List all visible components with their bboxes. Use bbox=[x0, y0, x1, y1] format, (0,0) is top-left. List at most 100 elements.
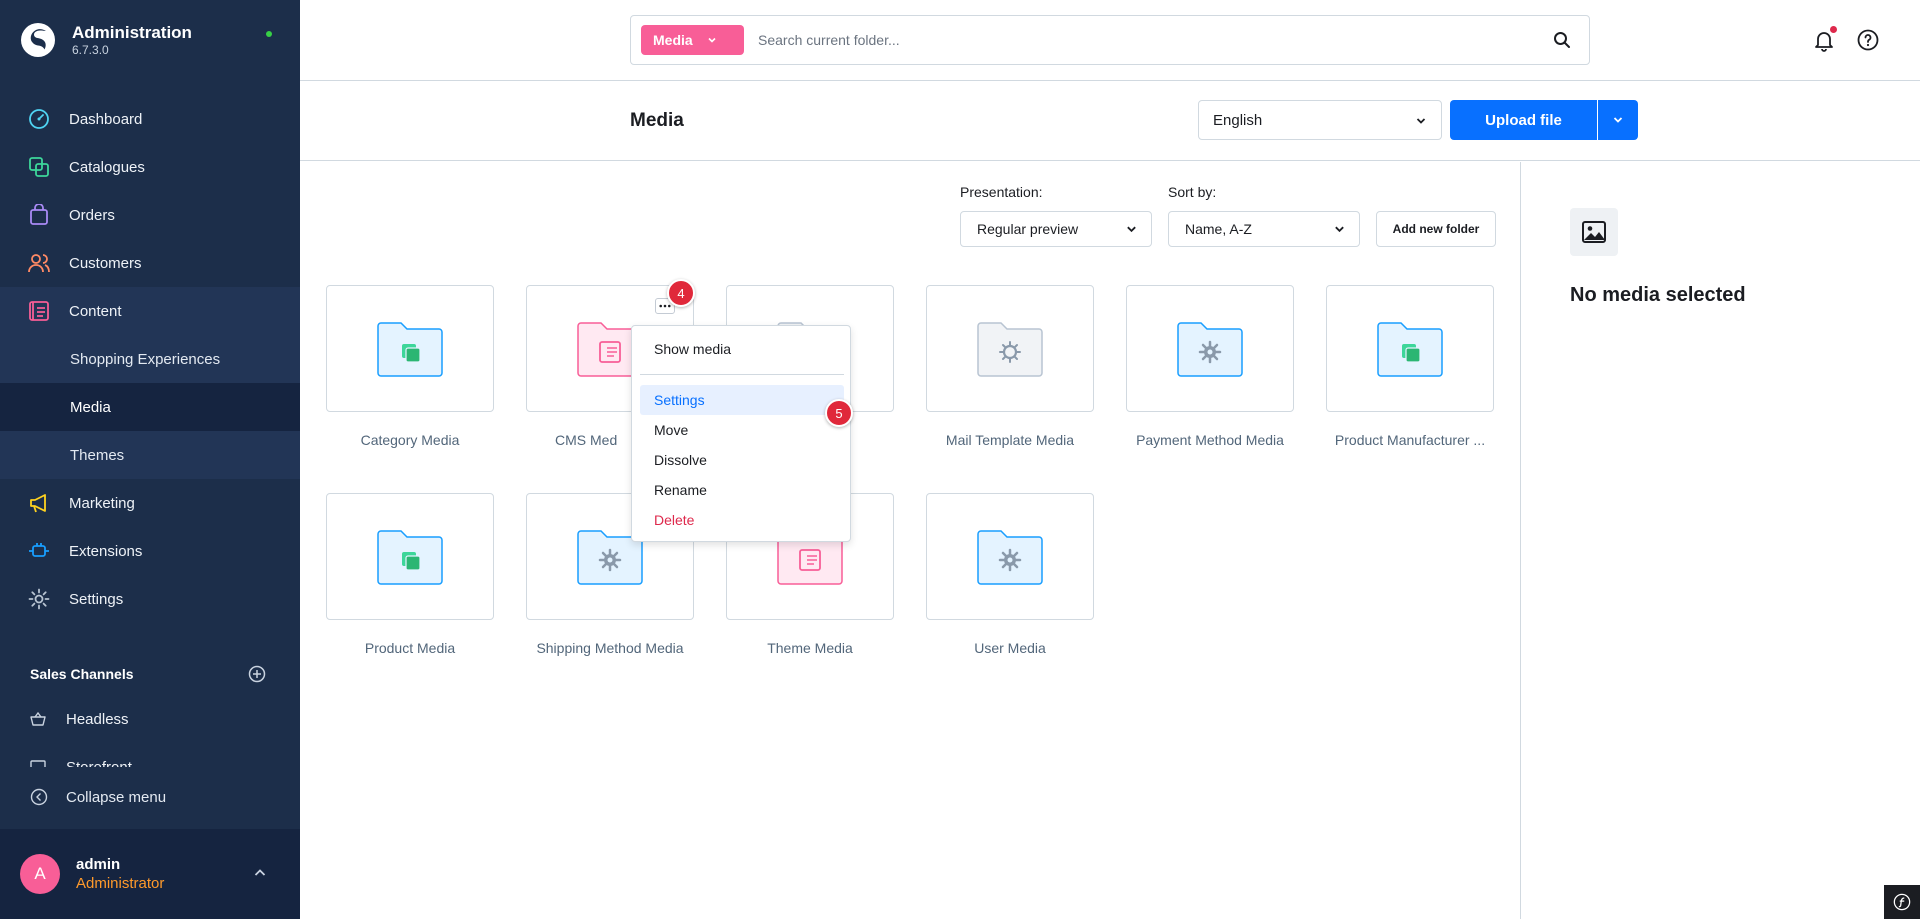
collapse-chevron-icon bbox=[30, 788, 48, 806]
search-input[interactable] bbox=[758, 32, 1538, 48]
add-new-folder-button[interactable]: Add new folder bbox=[1376, 211, 1496, 247]
nav-orders[interactable]: Orders bbox=[0, 191, 300, 239]
sort-select[interactable]: Name, A-Z bbox=[1168, 211, 1360, 247]
nav-shopping-experiences-label: Shopping Experiences bbox=[70, 350, 221, 368]
collapse-menu-button[interactable]: Collapse menu bbox=[0, 773, 300, 821]
step-badge: 5 bbox=[825, 399, 853, 427]
search-bar: Media bbox=[630, 15, 1590, 65]
page-header: Media English Upload file bbox=[300, 81, 1920, 161]
presentation-label: Presentation: bbox=[960, 184, 1043, 200]
help-icon[interactable] bbox=[1856, 28, 1880, 52]
folder-tile-mail-template[interactable] bbox=[926, 285, 1094, 412]
folder-label-shipping-method: Shipping Method Media bbox=[536, 640, 684, 656]
chevron-down-icon bbox=[1127, 226, 1136, 233]
nav-catalogues[interactable]: Catalogues bbox=[0, 143, 300, 191]
folder-label-mail-template: Mail Template Media bbox=[945, 432, 1075, 448]
nav-content-label: Content bbox=[69, 302, 122, 320]
search-type-dropdown[interactable]: Media bbox=[641, 25, 744, 55]
folder-catalogue-icon bbox=[377, 321, 443, 377]
menu-item-delete[interactable]: Delete bbox=[640, 505, 844, 535]
version-label: 6.7.3.0 bbox=[72, 42, 109, 57]
upload-options-button[interactable] bbox=[1598, 100, 1638, 140]
search-type-label: Media bbox=[653, 32, 693, 48]
chevron-down-icon bbox=[708, 37, 716, 43]
user-menu[interactable]: A admin Administrator bbox=[0, 829, 300, 919]
folder-tile-category[interactable] bbox=[326, 285, 494, 412]
image-placeholder-icon bbox=[1570, 208, 1618, 256]
language-value: English bbox=[1213, 111, 1263, 129]
media-sidebar-panel: No media selected bbox=[1520, 162, 1920, 919]
folder-tile-product[interactable] bbox=[326, 493, 494, 620]
avatar: A bbox=[20, 854, 60, 894]
user-role: Administrator bbox=[76, 875, 165, 892]
chevron-up-icon[interactable] bbox=[252, 865, 268, 881]
search-icon[interactable] bbox=[1553, 31, 1571, 49]
folder-tile-product-manufacturer[interactable] bbox=[1326, 285, 1494, 412]
channel-headless[interactable]: Headless bbox=[0, 695, 300, 743]
nav-shopping-experiences[interactable]: Shopping Experiences bbox=[0, 335, 300, 383]
menu-item-rename[interactable]: Rename bbox=[640, 475, 844, 505]
nav-themes[interactable]: Themes bbox=[0, 431, 300, 479]
more-dots-icon bbox=[659, 304, 671, 308]
nav-orders-label: Orders bbox=[69, 206, 115, 224]
chevron-down-icon bbox=[1335, 226, 1344, 233]
nav-media[interactable]: Media bbox=[0, 383, 300, 431]
folder-settings-icon bbox=[1177, 321, 1243, 377]
nav-catalogues-label: Catalogues bbox=[69, 158, 145, 176]
folder-label-payment-method: Payment Method Media bbox=[1136, 432, 1284, 448]
chevron-down-icon bbox=[1416, 118, 1426, 124]
nav-content[interactable]: Content bbox=[0, 287, 300, 335]
nav-customers-label: Customers bbox=[69, 254, 142, 272]
menu-item-settings[interactable]: Settings bbox=[640, 385, 844, 415]
nav-settings-label: Settings bbox=[69, 590, 124, 608]
nav-themes-label: Themes bbox=[70, 446, 125, 464]
upload-file-button[interactable]: Upload file bbox=[1450, 100, 1597, 140]
nav-extensions-label: Extensions bbox=[69, 542, 143, 560]
presentation-value: Regular preview bbox=[977, 221, 1079, 237]
storefront-icon bbox=[30, 759, 46, 767]
no-media-selected-text: No media selected bbox=[1570, 284, 1746, 306]
folder-label-product: Product Media bbox=[364, 640, 456, 656]
folder-label-category: Category Media bbox=[360, 432, 460, 448]
nav-dashboard[interactable]: Dashboard bbox=[0, 95, 300, 143]
nav-customers[interactable]: Customers bbox=[0, 239, 300, 287]
online-status-dot bbox=[266, 31, 272, 37]
shopware-logo-icon[interactable] bbox=[20, 22, 56, 58]
page-title: Media bbox=[630, 110, 684, 131]
add-sales-channel-icon[interactable] bbox=[248, 665, 266, 683]
presentation-select[interactable]: Regular preview bbox=[960, 211, 1152, 247]
symfony-toolbar-icon[interactable] bbox=[1884, 885, 1920, 919]
orders-bag-icon bbox=[28, 204, 50, 226]
notification-dot bbox=[1830, 26, 1837, 33]
folder-tile-payment-method[interactable] bbox=[1126, 285, 1294, 412]
language-switch[interactable]: English bbox=[1198, 100, 1442, 140]
folder-label-product-manufacturer: Product Manufacturer ... bbox=[1334, 432, 1486, 448]
menu-item-show-media[interactable]: Show media bbox=[640, 334, 844, 364]
gear-icon bbox=[28, 588, 50, 610]
user-info: admin Administrator bbox=[76, 855, 164, 893]
folder-catalogue-icon bbox=[377, 529, 443, 585]
folder-tile-user[interactable] bbox=[926, 493, 1094, 620]
user-name: admin bbox=[76, 856, 121, 873]
top-bar: Media bbox=[300, 0, 1920, 81]
sales-channel-list: Headless Storefront bbox=[0, 695, 300, 767]
menu-divider bbox=[640, 374, 844, 375]
nav-dashboard-label: Dashboard bbox=[69, 110, 143, 128]
basket-icon bbox=[30, 711, 46, 727]
catalogues-icon bbox=[28, 156, 50, 178]
folder-context-menu: Show media Settings Move Dissolve Rename… bbox=[631, 325, 851, 542]
megaphone-icon bbox=[28, 492, 50, 514]
menu-item-dissolve[interactable]: Dissolve bbox=[640, 445, 844, 475]
content-icon bbox=[28, 300, 50, 322]
nav-marketing[interactable]: Marketing bbox=[0, 479, 300, 527]
folder-label-user: User Media bbox=[974, 640, 1046, 656]
admin-title: Administration bbox=[72, 22, 192, 42]
sidebar-titles: Administration 6.7.3.0 bbox=[72, 23, 192, 58]
folder-label-theme: Theme Media bbox=[767, 640, 853, 656]
nav-settings[interactable]: Settings bbox=[0, 575, 300, 623]
menu-item-move[interactable]: Move bbox=[640, 415, 844, 445]
folder-label-cms-visible: CMS Med bbox=[555, 432, 618, 448]
channel-headless-label: Headless bbox=[66, 710, 129, 728]
channel-storefront[interactable]: Storefront bbox=[0, 743, 300, 767]
nav-extensions[interactable]: Extensions bbox=[0, 527, 300, 575]
